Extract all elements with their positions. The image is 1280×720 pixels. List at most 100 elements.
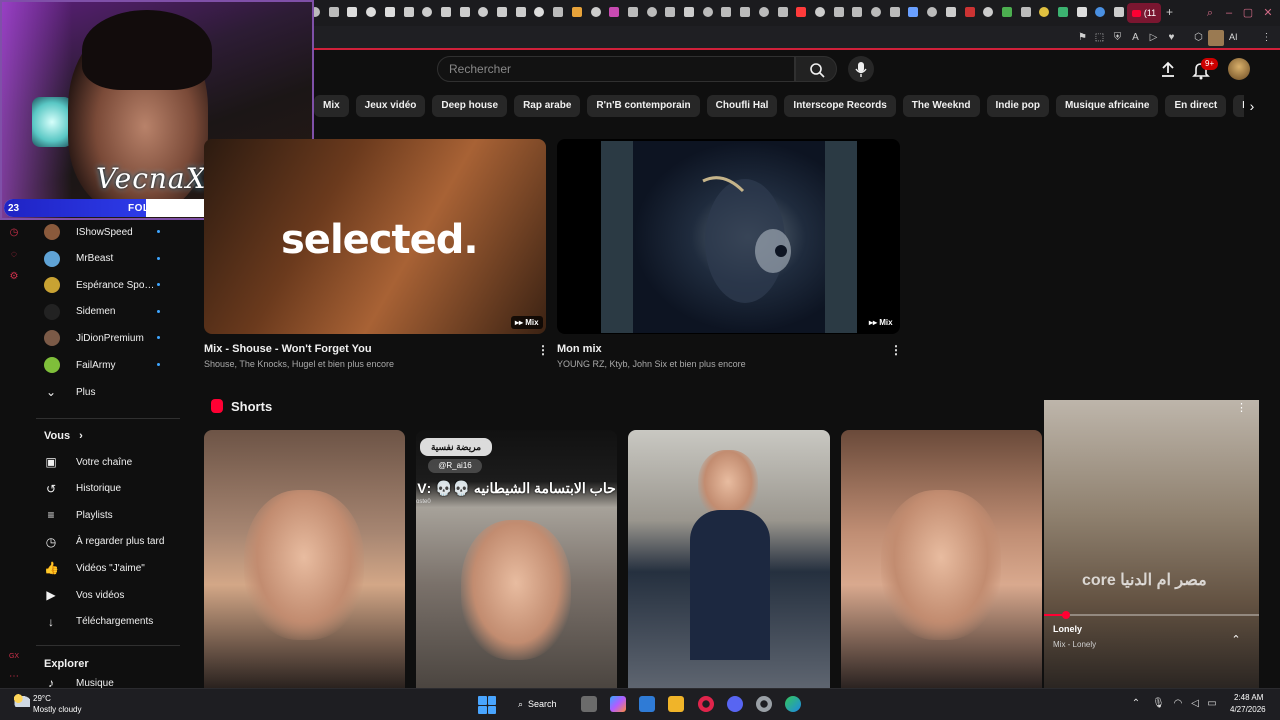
chip[interactable]: Deep house [432, 95, 508, 117]
shield-icon[interactable]: ⛨ [1112, 32, 1123, 43]
miniplayer-progress[interactable] [1044, 614, 1259, 616]
sidebar-item[interactable]: ↺ Historique [44, 479, 121, 499]
discord-icon[interactable] [727, 696, 743, 712]
chip[interactable]: Musique africaine [1055, 95, 1159, 117]
short-thumbnail[interactable] [628, 430, 830, 688]
more-actions-icon[interactable]: ⋮ [537, 343, 549, 357]
start-button[interactable] [478, 696, 496, 714]
tab-favicon[interactable] [777, 7, 788, 17]
tab-favicon[interactable] [553, 7, 564, 17]
extensions-icon[interactable]: ⬡ [1193, 32, 1204, 43]
short-thumbnail[interactable] [841, 430, 1042, 688]
tab-favicon[interactable] [721, 7, 732, 17]
profile-icon[interactable] [1208, 30, 1224, 46]
chevron-up-icon[interactable]: ⌃ [1229, 633, 1243, 647]
screenshot-icon[interactable]: ⬚ [1094, 32, 1105, 43]
play-icon[interactable]: ▷ [1148, 32, 1159, 43]
tab-favicon[interactable] [646, 7, 657, 17]
sidebar-item[interactable]: ▣ Votre chaîne [44, 452, 132, 472]
chip[interactable]: Indie pop [986, 95, 1049, 117]
tab-favicon[interactable] [852, 7, 863, 17]
subscription-item[interactable]: IShowSpeed [44, 222, 174, 242]
tab-favicon[interactable] [590, 7, 601, 17]
tab-favicon[interactable] [515, 7, 526, 17]
tab-favicon[interactable] [571, 7, 582, 17]
new-tab-button[interactable]: + [1166, 5, 1178, 19]
video-title[interactable]: Mix - Shouse - Won't Forget You [204, 343, 372, 355]
chip[interactable]: R'n'B contemporain [587, 95, 700, 117]
tab-favicon[interactable] [665, 7, 676, 17]
short-thumbnail[interactable] [204, 430, 405, 688]
weather-icon[interactable] [12, 694, 30, 707]
account-avatar[interactable] [1228, 58, 1250, 80]
menu-icon[interactable]: ⋮ [1261, 32, 1272, 43]
tab-favicon[interactable] [403, 7, 414, 17]
miniplayer-scrubber[interactable] [1061, 611, 1070, 619]
tab-favicon[interactable] [1001, 7, 1012, 17]
tab-favicon[interactable] [945, 7, 956, 17]
chip[interactable]: The Weeknd [902, 95, 980, 117]
sidebar-item[interactable]: ↓ Téléchargements [44, 612, 153, 632]
store-icon[interactable] [639, 696, 655, 712]
heart-icon[interactable]: ♥ [1166, 32, 1177, 43]
task-view-icon[interactable] [581, 696, 597, 712]
chip[interactable]: Rap arabe [514, 95, 581, 117]
tab-favicon[interactable] [459, 7, 470, 17]
steam-icon[interactable] [756, 696, 772, 712]
battery-icon[interactable]: ▭ [1206, 698, 1218, 710]
ai-button[interactable]: AI [1229, 32, 1238, 42]
subscription-item[interactable]: MrBeast [44, 249, 174, 269]
subscription-item[interactable]: Sidemen [44, 302, 174, 322]
show-more-button[interactable]: ⌄ Plus [44, 382, 95, 402]
tab-favicon[interactable] [833, 7, 844, 17]
tab-favicon[interactable] [758, 7, 769, 17]
sidebar-item-music[interactable]: ♪ Musique [44, 678, 114, 688]
tab-favicon[interactable] [889, 7, 900, 17]
search-tabs-icon[interactable]: ⌕ [1203, 6, 1217, 20]
tab-favicon[interactable] [497, 7, 507, 17]
tab-favicon[interactable] [964, 7, 975, 17]
sidebar-item[interactable]: ≡ Playlists [44, 505, 112, 525]
taskbar-search[interactable]: ⌕ Search [510, 694, 574, 714]
tab-favicon[interactable] [328, 7, 339, 17]
chip[interactable]: Psytrance [1233, 95, 1244, 117]
tab-favicon[interactable] [814, 7, 825, 17]
edge-icon[interactable] [785, 696, 801, 712]
more-actions-icon[interactable]: ⋮ [890, 343, 902, 357]
chip[interactable]: En direct [1165, 95, 1227, 117]
volume-icon[interactable]: ◁ [1189, 698, 1201, 710]
sidebar-item[interactable]: 👍 Vidéos "J'aime" [44, 558, 145, 578]
tab-favicon[interactable] [1076, 7, 1087, 17]
subscription-item[interactable]: FailArmy [44, 355, 174, 375]
tab-favicon[interactable] [702, 7, 713, 17]
opera-gx-icon[interactable] [698, 696, 714, 712]
active-tab[interactable]: (11 [1127, 3, 1161, 23]
create-button[interactable] [1158, 59, 1178, 79]
tab-favicon[interactable] [440, 7, 451, 17]
sidebar-item[interactable]: ◷ À regarder plus tard [44, 532, 165, 552]
file-explorer-icon[interactable] [668, 696, 684, 712]
tab-favicon[interactable] [1058, 7, 1068, 17]
tab-favicon[interactable] [796, 7, 807, 17]
copilot-icon[interactable] [610, 696, 626, 712]
search-button[interactable] [795, 56, 837, 82]
minimize-icon[interactable]: – [1222, 6, 1236, 20]
tab-favicon[interactable] [384, 7, 395, 17]
chip[interactable]: Mix [314, 95, 349, 117]
translate-icon[interactable]: A [1130, 32, 1141, 43]
subscription-item[interactable]: Espérance Sporti... [44, 275, 174, 295]
close-icon[interactable]: ✕ [1261, 6, 1275, 20]
tab-favicon[interactable] [1020, 7, 1031, 17]
tab-favicon[interactable] [871, 7, 881, 17]
microphone-icon[interactable]: 🎙 [1152, 698, 1165, 710]
chevron-right-icon[interactable]: › [1244, 97, 1260, 115]
chip[interactable]: Jeux vidéo [355, 95, 426, 117]
you-section-title[interactable]: Vous › [44, 430, 83, 442]
search-input[interactable]: Rechercher [437, 56, 795, 82]
tab-favicon[interactable] [347, 7, 358, 17]
tab-favicon[interactable] [1114, 7, 1125, 17]
chip[interactable]: Choufli Hal [706, 95, 778, 117]
pin-icon[interactable]: ⚑ [1077, 32, 1088, 43]
video-title[interactable]: Mon mix [557, 343, 602, 355]
chip[interactable]: Interscope Records [784, 95, 896, 117]
